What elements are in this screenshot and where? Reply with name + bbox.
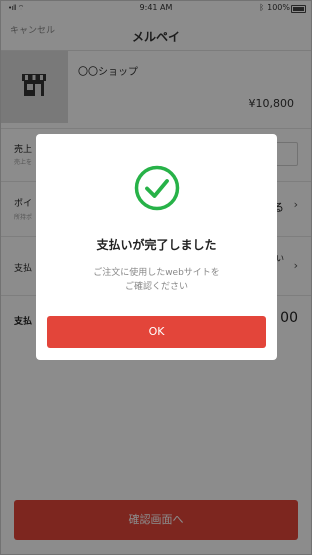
payment-complete-dialog: 支払いが完了しました ご注文に使用したwebサイトを ご確認ください OK [36,134,277,360]
ok-button[interactable]: OK [47,316,266,348]
check-circle-icon [134,165,180,211]
dialog-message-line2: ご確認ください [124,282,188,292]
dialog-message: ご注文に使用したwebサイトを ご確認ください [36,266,277,294]
dialog-title: 支払いが完了しました [96,238,217,252]
app-screen: •ıll ⌔ 9:41 AM ᛒ 100% キャンセル メルペイ 〇〇ショップ … [0,0,312,555]
dialog-message-line1: ご注文に使用したwebサイトを [93,268,220,278]
